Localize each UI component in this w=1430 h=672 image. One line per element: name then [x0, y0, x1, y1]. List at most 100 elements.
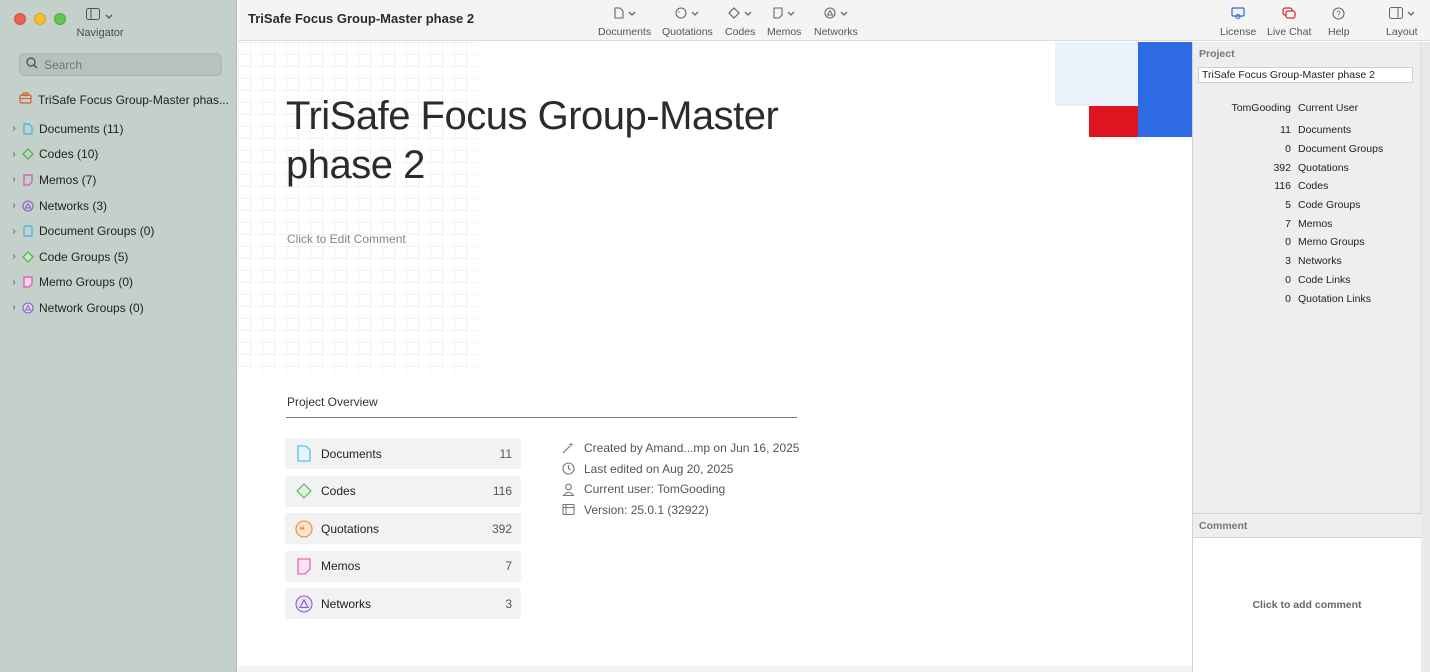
inspector-row: 116 Codes — [1193, 177, 1419, 196]
stat-row-memos[interactable]: Memos 7 — [285, 550, 521, 582]
sidebar-item-document-groups[interactable]: › Document Groups (0) — [8, 218, 154, 244]
inspector-row: 0 Quotation Links — [1193, 289, 1419, 308]
toolbar-codes-button[interactable]: Codes — [725, 6, 755, 38]
disclosure-chevron-icon[interactable]: › — [8, 200, 20, 211]
inspector-value: 3 — [1285, 255, 1291, 268]
disclosure-chevron-icon[interactable]: › — [8, 123, 20, 134]
disclosure-chevron-icon[interactable]: › — [8, 302, 20, 313]
chevron-down-icon — [787, 9, 795, 20]
toolbar-memos-label: Memos — [767, 26, 802, 38]
meta-edited-text: Last edited on Aug 20, 2025 — [584, 461, 734, 476]
meta-user-text: Current user: TomGooding — [584, 482, 726, 497]
stat-label: Quotations — [321, 521, 380, 536]
navigator-toggle-button[interactable] — [86, 8, 113, 23]
disclosure-chevron-icon[interactable]: › — [8, 174, 20, 185]
network-icon — [22, 200, 34, 212]
decor-blue-block — [1138, 42, 1192, 137]
sidebar-item-code-groups[interactable]: › Code Groups (5) — [8, 244, 154, 270]
search-input[interactable] — [44, 57, 214, 72]
inspector-row: 0 Document Groups — [1193, 140, 1419, 159]
network-group-icon — [22, 302, 34, 314]
disclosure-chevron-icon[interactable]: › — [8, 149, 20, 160]
inspector-value: 116 — [1274, 180, 1291, 193]
memo-group-icon — [22, 276, 34, 288]
project-overview-pane: TriSafe Focus Group-Master phase 2 Click… — [238, 42, 1192, 672]
svg-text:“: “ — [678, 11, 681, 18]
magic-wand-icon — [561, 441, 575, 455]
toolbar-documents-button[interactable]: Documents — [598, 6, 651, 38]
toolbar-documents-label: Documents — [598, 26, 652, 38]
stat-row-documents[interactable]: Documents 11 — [285, 438, 521, 469]
toolbar-layout-button[interactable]: Layout — [1386, 6, 1418, 38]
sidebar-item-codes[interactable]: › Codes (10) — [8, 142, 154, 168]
inspector-value: 7 — [1285, 217, 1291, 230]
stat-label: Codes — [321, 484, 356, 498]
search-field[interactable] — [19, 53, 222, 76]
decor-red-block — [1089, 106, 1138, 137]
sidebar-item-label: Memo Groups (0) — [39, 275, 134, 290]
toolbar-networks-button[interactable]: Networks — [814, 6, 858, 38]
navigator-sidebar: Navigator TriSafe Focus Group-Master pha… — [0, 0, 237, 672]
disclosure-chevron-icon[interactable]: › — [8, 277, 20, 288]
sidebar-project-item[interactable]: TriSafe Focus Group-Master phas... — [19, 92, 229, 107]
meta-created-text: Created by Amand...mp on Jun 16, 2025 — [584, 441, 800, 456]
project-title: TriSafe Focus Group-Master phase 2 — [286, 94, 779, 187]
navigator-tree: › Documents (11) › Codes (10) › Memos (7… — [8, 116, 154, 321]
overview-heading: Project Overview — [287, 395, 378, 409]
code-group-icon — [22, 250, 34, 263]
toolbar-networks-label: Networks — [814, 26, 858, 38]
stat-row-codes[interactable]: Codes 116 — [285, 475, 521, 507]
minimize-window-button[interactable] — [34, 13, 46, 25]
comment-area[interactable]: Click to add comment — [1193, 538, 1421, 672]
toolbar-memos-button[interactable]: Memos — [767, 6, 801, 38]
inspector-label: Current User — [1298, 102, 1359, 114]
project-name-field[interactable] — [1198, 67, 1413, 83]
inspector-label: Code Groups — [1298, 199, 1361, 212]
quotation-icon: “ — [675, 7, 687, 22]
sidebar-item-documents[interactable]: › Documents (11) — [8, 116, 154, 142]
chat-icon — [1282, 6, 1296, 23]
inspector-row: 0 Memo Groups — [1193, 233, 1419, 252]
svg-text:?: ? — [1336, 9, 1341, 18]
toolbar-live-chat-button[interactable]: Live Chat — [1267, 6, 1311, 38]
toolbar-license-label: License — [1220, 26, 1257, 38]
sidebar-item-memo-groups[interactable]: › Memo Groups (0) — [8, 270, 154, 296]
sidebar-item-network-groups[interactable]: › Network Groups (0) — [8, 295, 154, 321]
stat-row-quotations[interactable]: “ Quotations 392 — [285, 513, 521, 544]
toolbar-help-button[interactable]: ? Help — [1328, 6, 1350, 38]
disclosure-chevron-icon[interactable]: › — [8, 251, 20, 262]
stat-row-networks[interactable]: Networks 3 — [285, 588, 521, 619]
toolbar-quotations-button[interactable]: “ Quotations — [662, 6, 713, 38]
document-icon — [22, 123, 34, 135]
memo-icon — [295, 557, 313, 575]
sidebar-item-label: Memos (7) — [39, 172, 97, 187]
edit-comment-link[interactable]: Click to Edit Comment — [287, 232, 406, 246]
close-window-button[interactable] — [14, 13, 26, 25]
inspector-row: 0 Code Links — [1193, 271, 1419, 290]
disclosure-chevron-icon[interactable]: › — [8, 226, 20, 237]
inspector-value: 5 — [1285, 199, 1291, 212]
inspector-scrollbar[interactable] — [1420, 42, 1430, 672]
meta-version: Version: 25.0.1 (32922) — [561, 500, 799, 521]
inspector-label: Memos — [1298, 217, 1333, 230]
sidebar-item-label: Code Groups (5) — [39, 249, 129, 264]
version-icon — [561, 503, 575, 517]
toolbar-license-button[interactable]: License — [1220, 6, 1256, 38]
inspector-label: Codes — [1298, 180, 1329, 193]
toolbar-quotations-label: Quotations — [662, 26, 713, 38]
overview-divider — [286, 417, 797, 418]
document-group-icon — [22, 225, 34, 237]
sidebar-icon — [86, 8, 100, 23]
sidebar-item-memos[interactable]: › Memos (7) — [8, 167, 154, 193]
zoom-window-button[interactable] — [54, 13, 66, 25]
sidebar-item-networks[interactable]: › Networks (3) — [8, 193, 154, 219]
inspector-value: 392 — [1273, 161, 1291, 174]
inspector-panel: Project TomGooding Current User 11 Docume… — [1192, 42, 1430, 672]
sidebar-item-label: Document Groups (0) — [39, 224, 155, 239]
chevron-down-icon — [105, 9, 113, 23]
inspector-value: TomGooding — [1231, 102, 1291, 114]
toolbar-layout-label: Layout — [1386, 26, 1418, 38]
chevron-down-icon — [1407, 9, 1415, 20]
layout-icon — [1388, 7, 1403, 22]
inspector-row: 11 Documents — [1193, 121, 1419, 140]
